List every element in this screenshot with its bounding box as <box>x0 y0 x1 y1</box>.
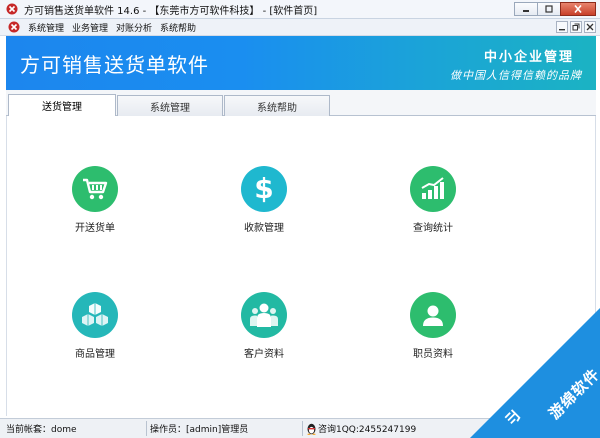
minimize-icon <box>523 10 529 12</box>
menu-business-manage[interactable]: 业务管理 <box>72 21 108 34</box>
close-button[interactable] <box>560 2 596 16</box>
tile-label: 开送货单 <box>75 223 115 234</box>
status-contact: 咨询1QQ:2455247199 <box>306 422 416 435</box>
status-operator: 操作员：[admin]管理员 <box>150 425 249 435</box>
tile-employee-info[interactable]: 职员资料 <box>393 292 473 360</box>
system-menu-icon[interactable] <box>8 21 20 33</box>
tile-label: 职员资料 <box>413 349 453 360</box>
close-icon <box>586 23 594 31</box>
tab-system-manage[interactable]: 系统管理 <box>117 95 223 116</box>
minimize-icon <box>559 29 565 31</box>
shopping-cart-icon <box>72 166 118 212</box>
window-controls <box>514 2 596 16</box>
cubes-icon <box>72 292 118 338</box>
header-banner: 方可销售送货单软件 中小企业管理 做中国人信得信赖的品牌 <box>6 36 596 90</box>
qq-penguin-icon <box>307 423 316 435</box>
banner-slogan-sub: 做中国人信得信赖的品牌 <box>450 69 582 82</box>
tile-query-stats[interactable]: 查询统计 <box>393 166 473 234</box>
main-panel: 开送货单 $ 收款管理 查询统计 商品管理 客户资料 职员资料 <box>6 116 596 416</box>
close-icon <box>574 5 582 13</box>
tab-strip: 送货管理 系统管理 系统帮助 <box>6 90 596 116</box>
tile-create-delivery[interactable]: 开送货单 <box>55 166 135 234</box>
banner-title: 方可销售送货单软件 <box>20 53 209 77</box>
mdi-controls <box>556 21 596 33</box>
minimize-button[interactable] <box>514 2 538 16</box>
tile-product-manage[interactable]: 商品管理 <box>55 292 135 360</box>
status-bar: 当前帐套：dome 操作员：[admin]管理员 咨询1QQ:245524719… <box>0 418 600 438</box>
mdi-close-button[interactable] <box>584 21 596 33</box>
maximize-button[interactable] <box>537 2 561 16</box>
menu-system-help[interactable]: 系统帮助 <box>160 21 196 34</box>
window-title: 方可销售送货单软件 14.6 - 【东莞市方可软件科技】 - [软件首页] <box>24 5 318 17</box>
tile-label: 查询统计 <box>413 223 453 234</box>
status-account: 当前帐套：dome <box>6 425 77 435</box>
menu-reconciliation[interactable]: 对账分析 <box>116 21 152 34</box>
employee-icon <box>410 292 456 338</box>
menu-bar: 系统管理 业务管理 对账分析 系统帮助 <box>0 19 600 36</box>
status-contact-text: 咨询1QQ:2455247199 <box>318 425 417 435</box>
tile-payment-manage[interactable]: $ 收款管理 <box>224 166 304 234</box>
mdi-restore-button[interactable] <box>570 21 582 33</box>
banner-slogan-main: 中小企业管理 <box>483 50 574 65</box>
status-divider <box>146 421 147 436</box>
restore-icon <box>572 23 580 31</box>
bar-chart-icon <box>410 166 456 212</box>
title-bar: 方可销售送货单软件 14.6 - 【东莞市方可软件科技】 - [软件首页] <box>0 0 600 19</box>
app-logo-icon <box>6 3 18 15</box>
status-divider <box>302 421 303 436</box>
dollar-icon: $ <box>241 166 287 212</box>
tile-label: 收款管理 <box>244 223 284 234</box>
tab-delivery-manage[interactable]: 送货管理 <box>8 94 116 116</box>
mdi-minimize-button[interactable] <box>556 21 568 33</box>
menu-system-manage[interactable]: 系统管理 <box>28 21 64 34</box>
tile-customer-info[interactable]: 客户资料 <box>224 292 304 360</box>
customers-icon <box>241 292 287 338</box>
tile-label: 客户资料 <box>244 349 284 360</box>
tab-system-help[interactable]: 系统帮助 <box>224 95 330 116</box>
tile-label: 商品管理 <box>75 349 115 360</box>
maximize-icon <box>545 5 553 13</box>
